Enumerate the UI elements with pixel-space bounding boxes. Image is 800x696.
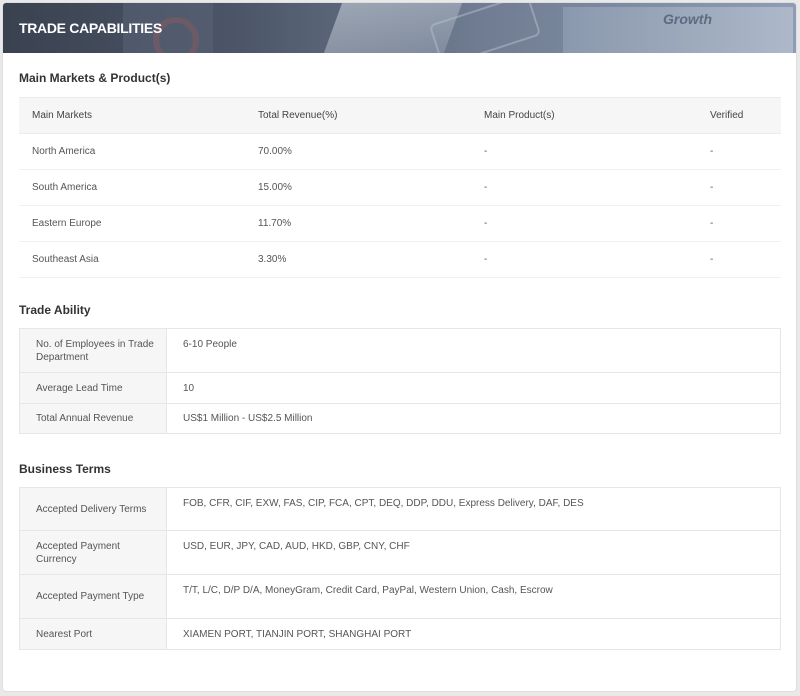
trade-ability-section-title: Trade Ability — [19, 303, 91, 317]
main-product: - — [471, 133, 697, 170]
verified-value: - — [697, 241, 781, 278]
row-label: Average Lead Time — [19, 372, 167, 404]
business-terms-table: Accepted Delivery Terms FOB, CFR, CIF, E… — [19, 487, 781, 650]
table-row: Total Annual Revenue US$1 Million - US$2… — [19, 403, 781, 434]
table-row: Nearest Port XIAMEN PORT, TIANJIN PORT, … — [19, 618, 781, 650]
markets-section-title: Main Markets & Product(s) — [19, 71, 171, 85]
main-product: - — [471, 241, 697, 278]
main-product: - — [471, 205, 697, 242]
row-label: Nearest Port — [19, 618, 167, 650]
table-row: Accepted Delivery Terms FOB, CFR, CIF, E… — [19, 487, 781, 531]
market-name: South America — [19, 169, 245, 206]
business-terms-section-title: Business Terms — [19, 462, 111, 476]
table-row: No. of Employees in Trade Department 6-1… — [19, 328, 781, 373]
table-row: Accepted Payment Type T/T, L/C, D/P D/A,… — [19, 574, 781, 619]
page-title: TRADE CAPABILITIES — [19, 20, 162, 36]
banner-growth-image: Growth — [563, 7, 793, 53]
table-header-row: Main Markets Total Revenue(%) Main Produ… — [19, 97, 781, 134]
row-value: T/T, L/C, D/P D/A, MoneyGram, Credit Car… — [166, 574, 781, 619]
row-label: Accepted Payment Currency — [19, 530, 167, 575]
header-banner: Growth TRADE CAPABILITIES — [3, 3, 796, 53]
row-value: US$1 Million - US$2.5 Million — [183, 413, 313, 424]
main-product: - — [471, 169, 697, 206]
row-value: 6-10 People — [166, 328, 781, 373]
markets-table: Main Markets Total Revenue(%) Main Produ… — [19, 97, 781, 278]
market-name: Southeast Asia — [19, 241, 245, 278]
trade-capabilities-card: Growth TRADE CAPABILITIES Main Markets &… — [2, 2, 797, 692]
trade-ability-table: No. of Employees in Trade Department 6-1… — [19, 328, 781, 434]
table-row: Average Lead Time 10 — [19, 372, 781, 404]
row-label: Accepted Delivery Terms — [19, 487, 167, 531]
row-value: 10 — [166, 372, 781, 404]
revenue-value: 15.00% — [245, 169, 471, 206]
verified-value: - — [697, 133, 781, 170]
column-header: Total Revenue(%) — [245, 97, 471, 134]
table-row: South America 15.00% - - — [19, 169, 781, 206]
row-label: No. of Employees in Trade Department — [19, 328, 167, 373]
revenue-value: 3.30% — [245, 241, 471, 278]
column-header: Verified — [697, 97, 781, 134]
market-name: North America — [19, 133, 245, 170]
row-value: XIAMEN PORT, TIANJIN PORT, SHANGHAI PORT — [183, 628, 412, 640]
verified-value: - — [697, 205, 781, 242]
row-label: Accepted Payment Type — [19, 574, 167, 619]
column-header: Main Markets — [19, 97, 245, 134]
row-value: USD, EUR, JPY, CAD, AUD, HKD, GBP, CNY, … — [166, 530, 781, 575]
table-row: Southeast Asia 3.30% - - — [19, 241, 781, 278]
banner-growth-text: Growth — [663, 11, 712, 27]
table-row: Accepted Payment Currency USD, EUR, JPY,… — [19, 530, 781, 575]
table-row: Eastern Europe 11.70% - - — [19, 205, 781, 242]
column-header: Main Product(s) — [471, 97, 697, 134]
market-name: Eastern Europe — [19, 205, 245, 242]
row-value: FOB, CFR, CIF, EXW, FAS, CIP, FCA, CPT, … — [166, 487, 781, 531]
revenue-value: 70.00% — [245, 133, 471, 170]
table-row: North America 70.00% - - — [19, 133, 781, 170]
revenue-value: 11.70% — [245, 205, 471, 242]
verified-value: - — [697, 169, 781, 206]
row-label: Total Annual Revenue — [19, 403, 167, 434]
